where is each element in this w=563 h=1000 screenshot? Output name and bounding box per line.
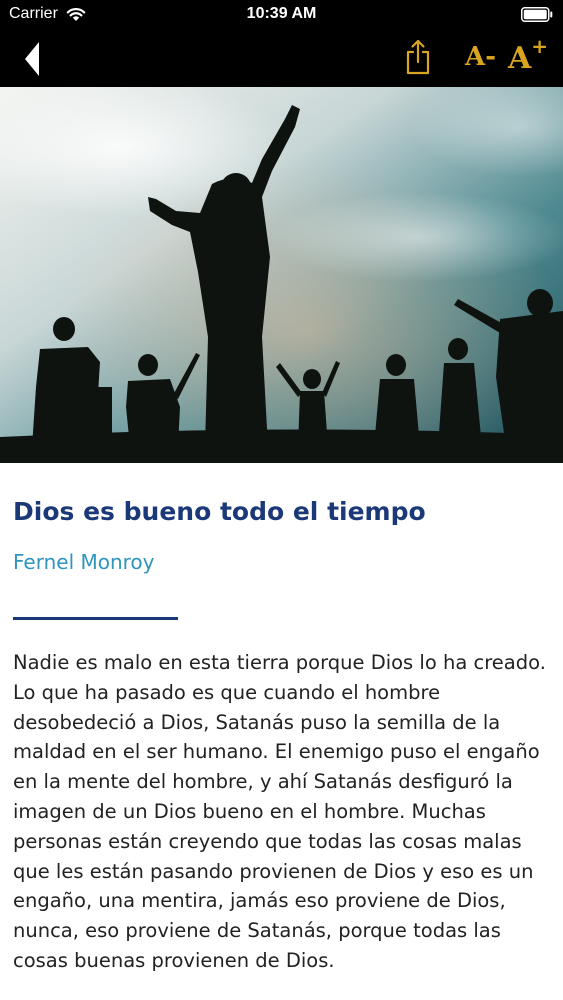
top-bar: Carrier 10:39 AM A- A+	[0, 0, 563, 87]
plus-icon: +	[531, 34, 549, 58]
font-decrease-button[interactable]: A-	[465, 44, 496, 70]
battery-icon	[521, 7, 553, 22]
article-title: Dios es bueno todo el tiempo	[13, 497, 426, 526]
status-time: 10:39 AM	[246, 5, 317, 22]
nav-bar: A- A+	[0, 30, 563, 87]
font-increase-label: A	[508, 41, 532, 76]
share-icon	[406, 39, 430, 75]
minus-icon: -	[485, 42, 496, 72]
article-body: Nadie es malo en esta tierra porque Dios…	[13, 651, 546, 972]
chevron-left-icon	[25, 42, 39, 76]
font-decrease-label: A	[465, 42, 486, 72]
share-button[interactable]	[403, 38, 433, 76]
hero-image	[0, 87, 563, 463]
back-button[interactable]	[14, 38, 50, 80]
article-author[interactable]: Fernel Monroy	[13, 550, 155, 574]
divider	[13, 617, 178, 620]
status-bar: Carrier 10:39 AM	[0, 0, 563, 30]
font-increase-button[interactable]: A+	[508, 36, 548, 76]
